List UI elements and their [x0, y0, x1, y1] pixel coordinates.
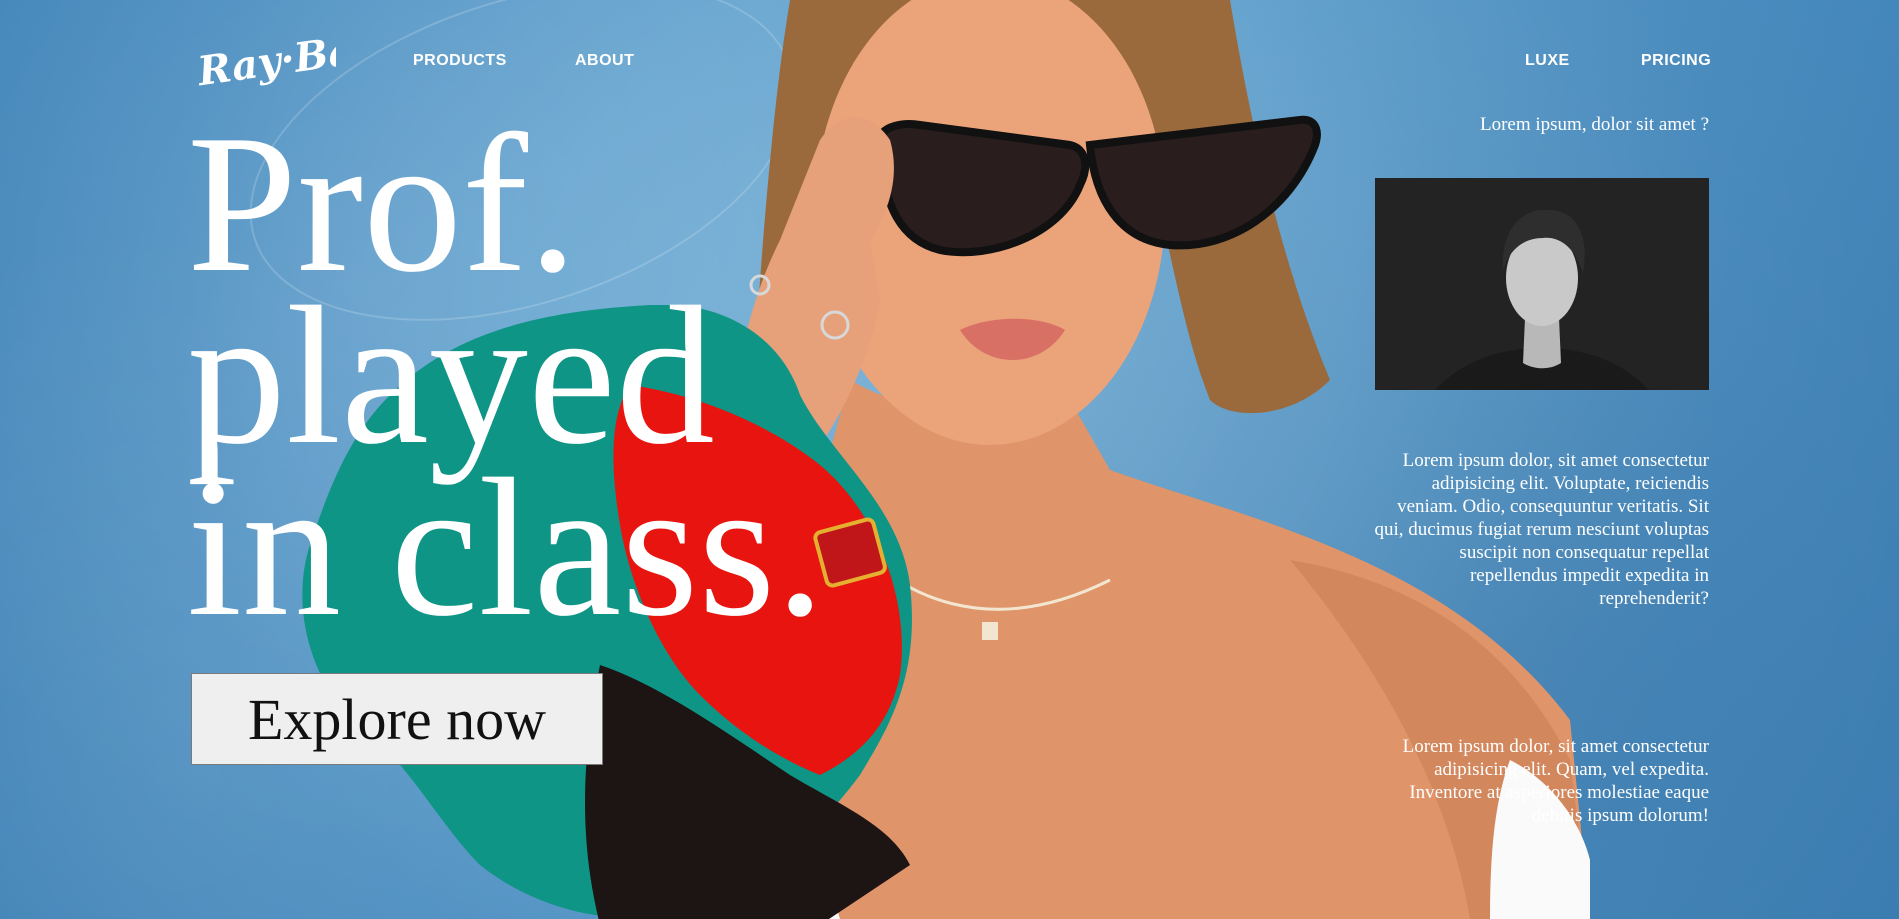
nav-products-link[interactable]: PRODUCTS	[413, 52, 507, 70]
side-portrait-image	[1375, 178, 1709, 390]
nav-luxe-link[interactable]: LUXE	[1525, 52, 1570, 70]
sidebar-paragraph-1: Lorem ipsum dolor, sit amet consectetur …	[1374, 450, 1709, 609]
headline-line-3: in class.	[187, 438, 825, 657]
svg-text:Ray·Ban: Ray·Ban	[196, 26, 336, 95]
nav-pricing-link[interactable]: PRICING	[1641, 52, 1711, 70]
headline-line-2: played	[187, 266, 715, 485]
headline-line-1: Prof.	[187, 94, 578, 313]
hero-background: Ray·Ban PRODUCTS ABOUT LUXE PRICING Prof…	[0, 0, 1899, 919]
nav-about-link[interactable]: ABOUT	[575, 52, 634, 70]
ray-ban-logo[interactable]: Ray·Ban	[196, 26, 336, 96]
explore-now-button[interactable]: Explore now	[191, 673, 603, 765]
sidebar-tagline: Lorem ipsum, dolor sit amet ?	[1479, 114, 1709, 135]
hero-headline: Prof. played in class.	[187, 94, 987, 657]
sunglasses-right-lens	[1085, 115, 1321, 250]
sidebar-paragraph-2: Lorem ipsum dolor, sit amet consectetur …	[1402, 736, 1709, 826]
side-portrait-illustration	[1375, 178, 1709, 390]
